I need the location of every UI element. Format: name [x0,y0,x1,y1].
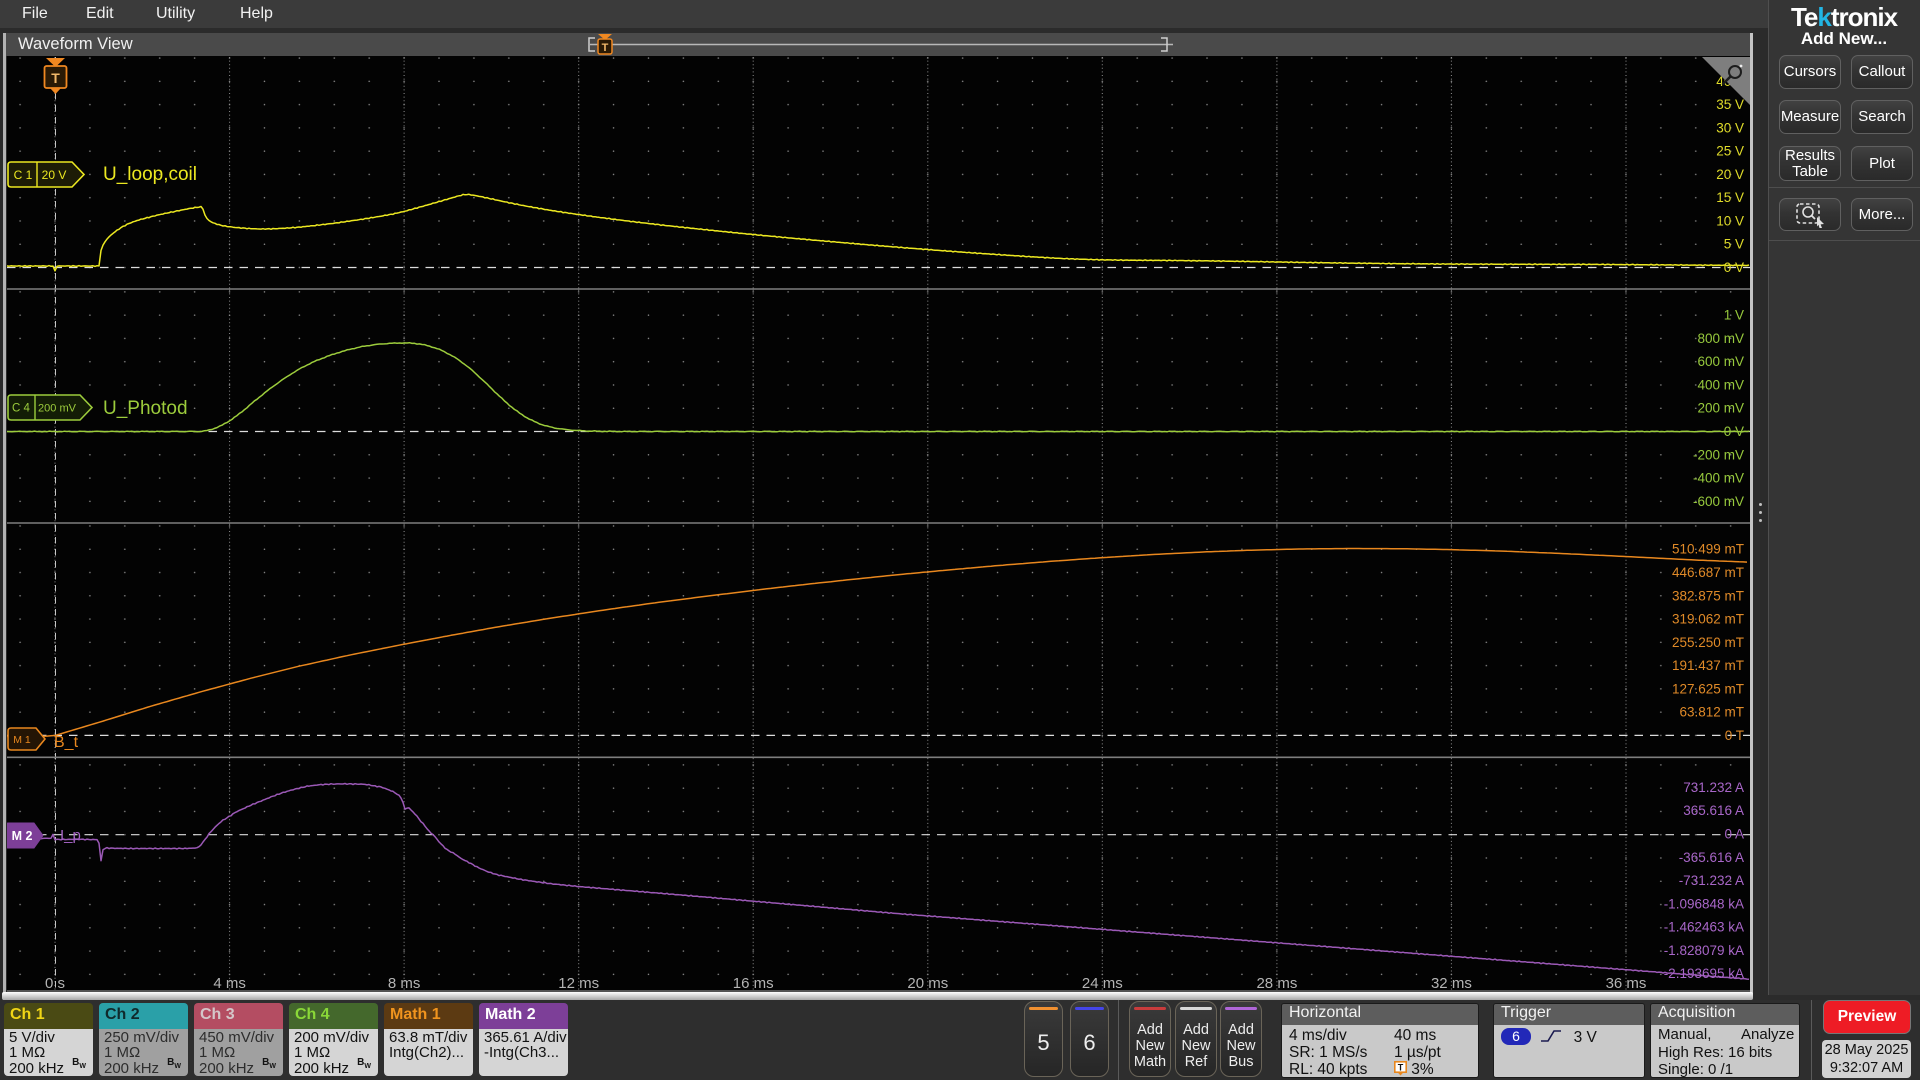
svg-text:30 V: 30 V [1716,120,1744,135]
svg-text:20 V: 20 V [42,168,67,182]
svg-text:200 mV: 200 mV [38,402,77,414]
svg-text:800 mV: 800 mV [1697,331,1744,346]
svg-text:365.616 A: 365.616 A [1683,803,1744,818]
svg-text:I_p: I_p [60,827,81,844]
svg-text:20 ms: 20 ms [907,975,948,992]
svg-text:U_loop,coil: U_loop,coil [103,164,197,185]
svg-text:C 4: C 4 [12,403,31,415]
svg-text:-2.193695 kA: -2.193695 kA [1664,966,1744,981]
svg-text:16 ms: 16 ms [733,975,774,992]
svg-text:36 ms: 36 ms [1606,975,1647,992]
svg-text:0 V: 0 V [1724,424,1744,439]
svg-text:T: T [51,70,60,86]
svg-text:127.625 mT: 127.625 mT [1672,681,1744,696]
svg-text:0 s: 0 s [45,975,65,992]
svg-text:T: T [1398,1063,1404,1073]
svg-text:32 ms: 32 ms [1431,975,1472,992]
svg-text:382.875 mT: 382.875 mT [1672,588,1744,603]
svg-text:8 ms: 8 ms [388,975,421,992]
svg-text:25 V: 25 V [1716,144,1744,159]
svg-text:5 V: 5 V [1724,237,1744,252]
svg-text:1 V: 1 V [1724,308,1744,323]
svg-text:0 T: 0 T [1725,728,1744,743]
svg-text:731.232 A: 731.232 A [1683,780,1744,795]
svg-text:-731.232 A: -731.232 A [1679,873,1744,888]
svg-text:-1.462463 kA: -1.462463 kA [1664,920,1744,935]
svg-text:600 mV: 600 mV [1697,354,1744,369]
svg-text:400 mV: 400 mV [1697,377,1744,392]
svg-text:28 ms: 28 ms [1256,975,1297,992]
svg-text:-1.828079 kA: -1.828079 kA [1664,943,1744,958]
svg-text:35 V: 35 V [1716,97,1744,112]
svg-text:-365.616 A: -365.616 A [1679,850,1744,865]
svg-text:M 2: M 2 [12,829,33,843]
svg-text:-600 mV: -600 mV [1693,494,1744,509]
svg-text:63.812 mT: 63.812 mT [1679,705,1744,720]
svg-text:12 ms: 12 ms [558,975,599,992]
svg-text:510.499 mT: 510.499 mT [1672,542,1744,557]
svg-text:15 V: 15 V [1716,190,1744,205]
svg-text:0 A: 0 A [1724,827,1744,842]
svg-text:191.437 mT: 191.437 mT [1672,658,1744,673]
svg-text:446.687 mT: 446.687 mT [1672,565,1744,580]
svg-text:U_Photod: U_Photod [103,398,188,419]
svg-text:4 ms: 4 ms [213,975,246,992]
svg-text:200 mV: 200 mV [1697,401,1744,416]
svg-text:24 ms: 24 ms [1082,975,1123,992]
svg-text:20 V: 20 V [1716,167,1744,182]
svg-text:255.250 mT: 255.250 mT [1672,635,1744,650]
svg-text:0 V: 0 V [1724,260,1744,275]
svg-text:C 1: C 1 [14,168,33,182]
svg-text:T: T [602,42,609,54]
svg-text:M 1: M 1 [13,734,31,746]
svg-text:B_t: B_t [54,734,79,751]
svg-text:10 V: 10 V [1716,213,1744,228]
svg-text:-200 mV: -200 mV [1693,447,1744,462]
svg-text:-1.096848 kA: -1.096848 kA [1664,896,1744,911]
svg-text:-400 mV: -400 mV [1693,471,1744,486]
svg-text:319.062 mT: 319.062 mT [1672,612,1744,627]
